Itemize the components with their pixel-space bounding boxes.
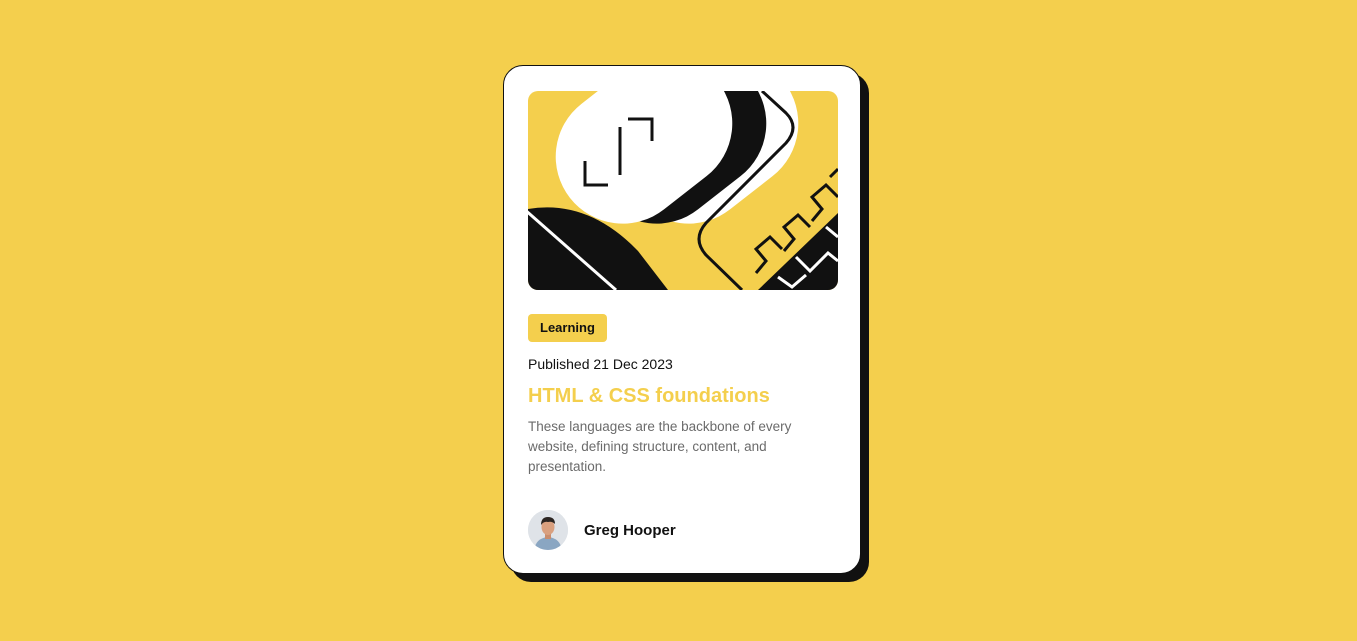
card-illustration <box>528 91 838 290</box>
category-tag: Learning <box>528 314 607 342</box>
person-avatar-icon <box>528 510 568 550</box>
author-name[interactable]: Greg Hooper <box>584 522 676 539</box>
author-section: Greg Hooper <box>528 510 676 550</box>
card-description: These languages are the backbone of ever… <box>528 419 792 474</box>
published-date: Published 21 Dec 2023 <box>528 356 673 372</box>
page-background: Learning Published 21 Dec 2023 HTML & CS… <box>0 0 1357 641</box>
card-title[interactable]: HTML & CSS foundations <box>528 383 770 409</box>
blog-preview-card[interactable]: Learning Published 21 Dec 2023 HTML & CS… <box>503 65 861 574</box>
abstract-geometric-illustration-icon <box>528 91 838 290</box>
